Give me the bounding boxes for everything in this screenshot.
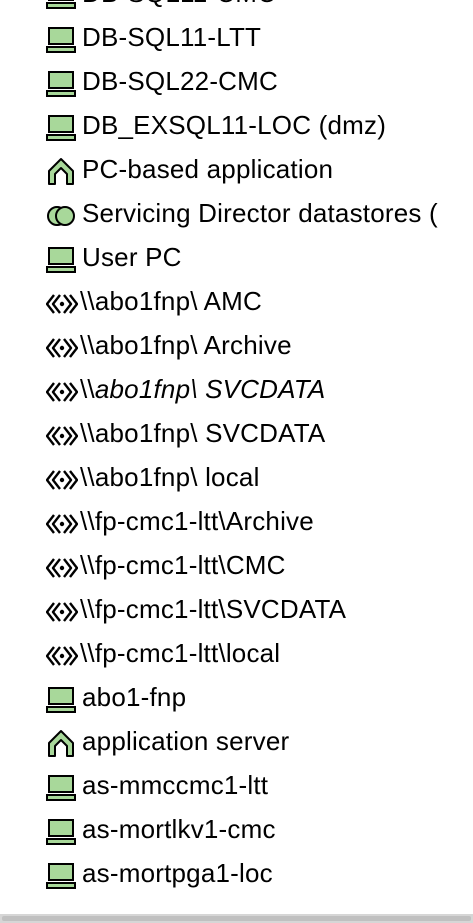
tree-item-label: \\fp-cmc1-ltt\local (80, 638, 281, 668)
tree-item-pc-based-application[interactable]: PC-based application (0, 145, 473, 189)
tree-item-label: \\abo1fnp\ local (80, 462, 260, 492)
tree-item-label: DB-SQL22-CMC (82, 66, 278, 96)
tree-item-servicing-director-datastores[interactable]: Servicing Director datastores ( (0, 189, 473, 233)
tree-item-share-fp-cmc1-ltt-svcdata[interactable]: \\fp-cmc1-ltt\SVCDATA (0, 585, 473, 629)
network-share-icon (46, 289, 78, 319)
computer-icon (46, 113, 76, 143)
tree-item-share-abo1fnp-amc[interactable]: \\abo1fnp\ AMC (0, 277, 473, 321)
tree-item-label: DB-SQL11-CMC (82, 0, 276, 11)
tree-item-db-exsql11-loc[interactable]: DB_EXSQL11-LOC (dmz) (0, 101, 473, 145)
label-italic-text: abo1fnp\ SVCDATA (94, 374, 326, 404)
scrollbar-thumb[interactable] (2, 916, 471, 921)
computer-icon (46, 817, 76, 847)
application-icon (46, 729, 76, 759)
tree-item-db-sql11-ltt[interactable]: DB-SQL11-LTT (0, 13, 473, 57)
tree-item-label: DB-SQL11-LTT (82, 22, 262, 52)
tree-item-label: as-mortlkv1-cmc (82, 814, 276, 844)
tree-item-share-fp-cmc1-ltt-local[interactable]: \\fp-cmc1-ltt\local (0, 629, 473, 673)
tree-item-label: application server (82, 726, 290, 756)
tree-item-label: Servicing Director datastores ( (82, 198, 438, 228)
tree-item-label: as-mortpga1-loc (82, 858, 273, 888)
computer-icon (46, 773, 76, 803)
tree-item-label: abo1-fnp (82, 682, 187, 712)
tree-item-label: as-mmccmc1-ltt (82, 770, 269, 800)
tree-item-label: \\fp-cmc1-ltt\CMC (80, 550, 286, 580)
datastore-icon (46, 201, 76, 231)
tree-item-label: \\abo1fnp\ Archive (80, 330, 292, 360)
tree-item-db-sql11-cmc[interactable]: DB-SQL11-CMC (0, 0, 473, 13)
network-share-icon (46, 641, 78, 671)
computer-icon (46, 245, 76, 275)
tree-item-label: \\fp-cmc1-ltt\SVCDATA (80, 594, 347, 624)
tree-item-share-abo1fnp-svcdata[interactable]: \\abo1fnp\ SVCDATA (0, 409, 473, 453)
tree-item-label: PC-based application (82, 154, 334, 184)
tree-item-label: \\fp-cmc1-ltt\Archive (80, 506, 314, 536)
horizontal-scrollbar[interactable] (0, 914, 473, 923)
computer-icon (46, 0, 76, 11)
tree-item-abo1-fnp[interactable]: abo1-fnp (0, 673, 473, 717)
network-share-icon (46, 509, 78, 539)
tree-item-share-fp-cmc1-ltt-archive[interactable]: \\fp-cmc1-ltt\Archive (0, 497, 473, 541)
tree-item-share-abo1fnp-local[interactable]: \\abo1fnp\ local (0, 453, 473, 497)
tree-view: DB-SQL11-CMC DB-SQL11-LTT DB-SQL22-CMC D… (0, 0, 473, 893)
tree-item-application-server[interactable]: application server (0, 717, 473, 761)
tree-item-label: \\abo1fnp\ SVCDATA (80, 418, 326, 448)
tree-item-share-fp-cmc1-ltt-cmc[interactable]: \\fp-cmc1-ltt\CMC (0, 541, 473, 585)
network-share-icon (46, 377, 78, 407)
computer-icon (46, 685, 76, 715)
tree-item-share-abo1fnp-svcdata-italic[interactable]: \\abo1fnp\ SVCDATA (0, 365, 473, 409)
tree-item-label: \\abo1fnp\ SVCDATA (80, 371, 325, 407)
network-share-icon (46, 597, 78, 627)
computer-icon (46, 25, 76, 55)
tree-item-label: \\abo1fnp\ AMC (80, 286, 263, 316)
tree-item-as-mortpga1-loc[interactable]: as-mortpga1-loc (0, 849, 473, 893)
network-share-icon (46, 421, 78, 451)
tree-item-db-sql22-cmc[interactable]: DB-SQL22-CMC (0, 57, 473, 101)
tree-item-label: DB_EXSQL11-LOC (dmz) (82, 110, 387, 140)
tree-item-share-abo1fnp-archive[interactable]: \\abo1fnp\ Archive (0, 321, 473, 365)
tree-item-as-mortlkv1-cmc[interactable]: as-mortlkv1-cmc (0, 805, 473, 849)
tree-item-user-pc[interactable]: User PC (0, 233, 473, 277)
network-share-icon (46, 333, 78, 363)
network-share-icon (46, 553, 78, 583)
label-prefix: \\ (80, 374, 95, 404)
network-share-icon (46, 465, 78, 495)
tree-item-as-mmccmc1-ltt[interactable]: as-mmccmc1-ltt (0, 761, 473, 805)
computer-icon (46, 69, 76, 99)
tree-item-label: User PC (82, 242, 182, 272)
application-icon (46, 157, 76, 187)
computer-icon (46, 861, 76, 891)
